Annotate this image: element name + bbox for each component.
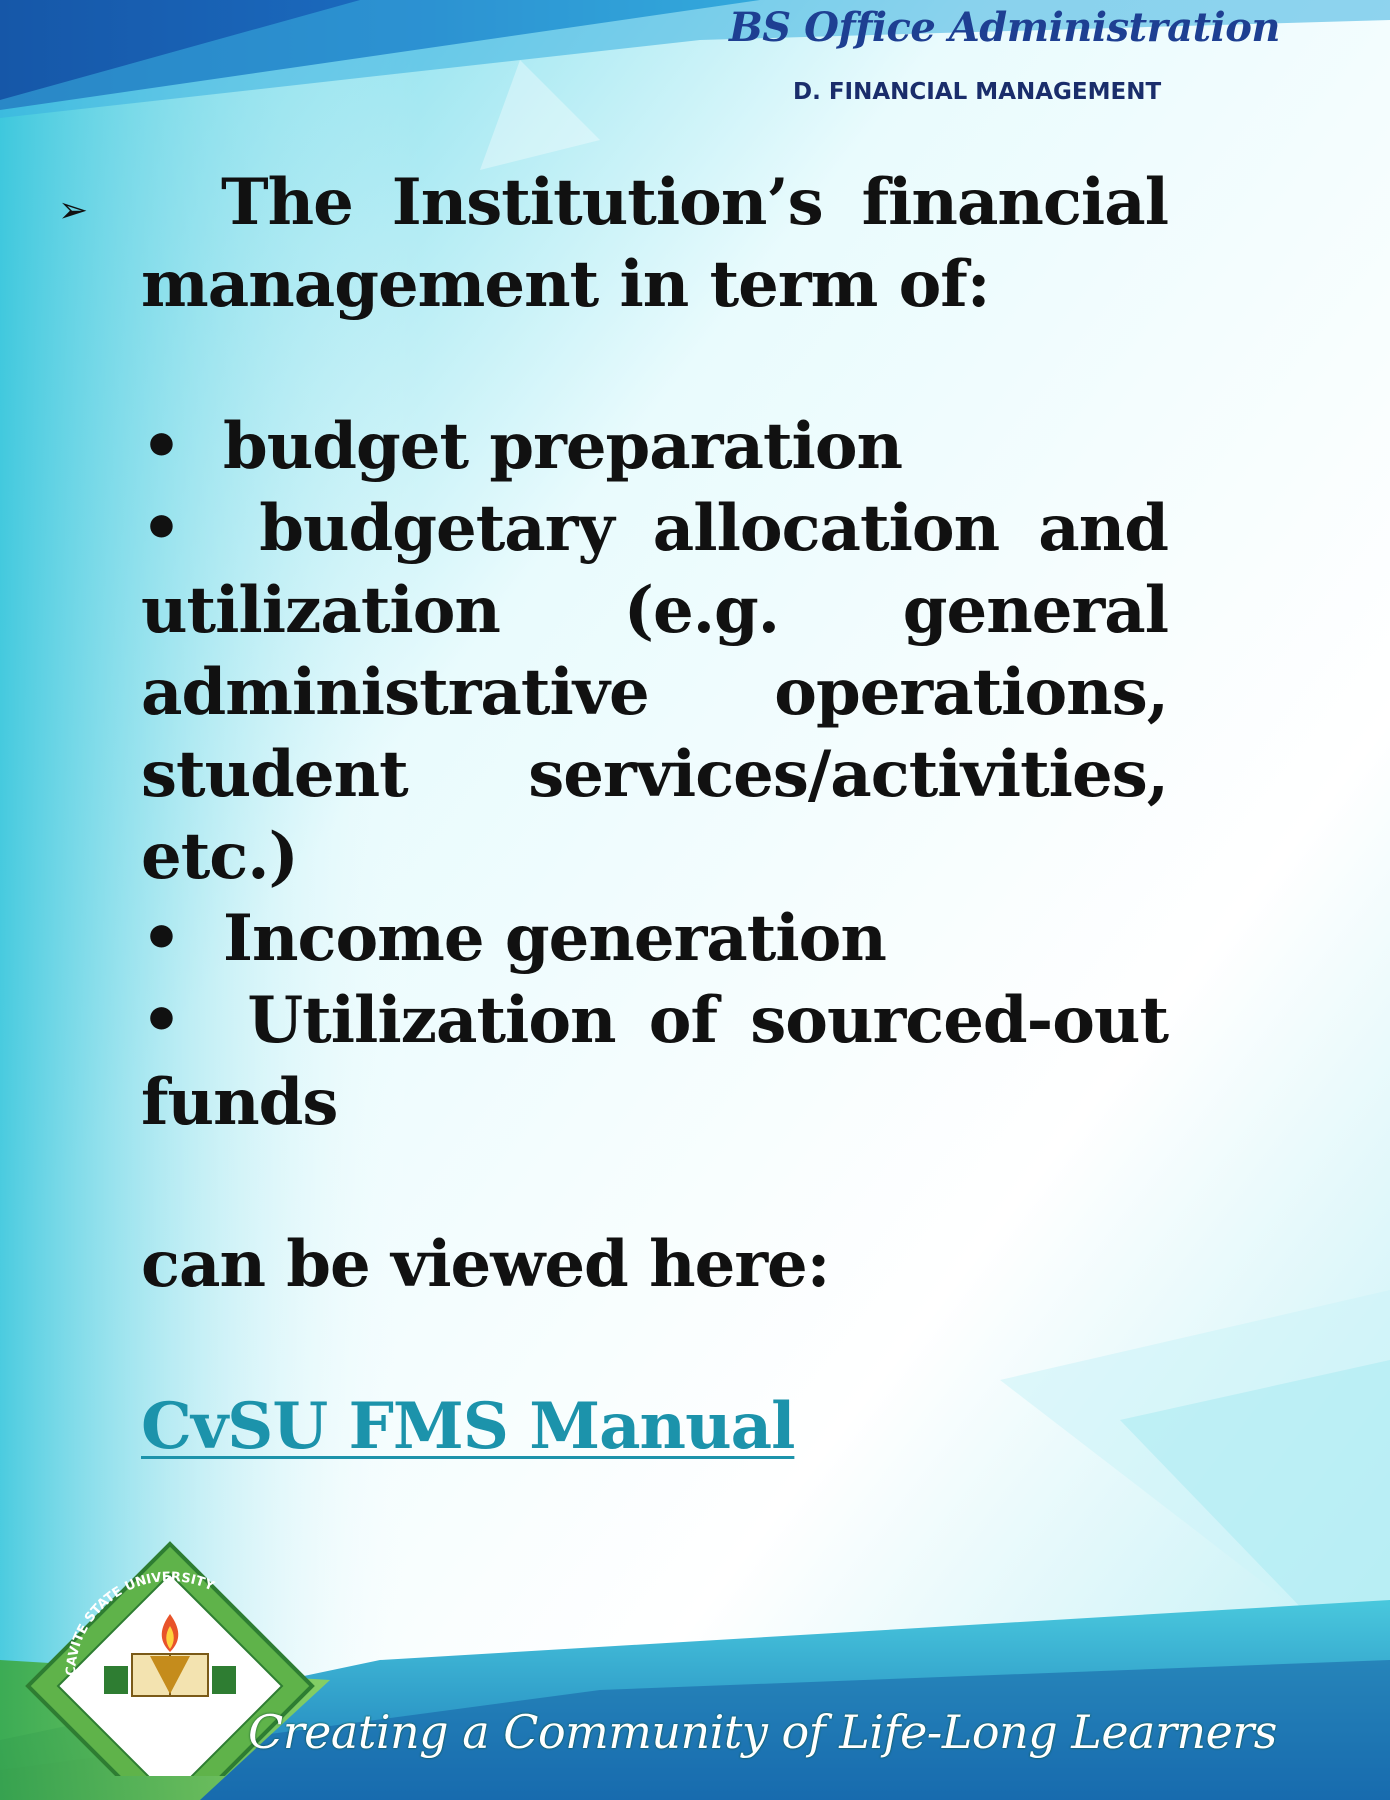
main-content: The Institution’s financial management i… bbox=[141, 162, 1169, 1468]
bullet-icon: • bbox=[141, 409, 182, 484]
list-item: • budgetary allocation and utilization (… bbox=[141, 491, 1169, 894]
seal-year: 1906 bbox=[159, 1751, 182, 1761]
bullet-text: budgetary allocation and utilization (e.… bbox=[141, 491, 1169, 894]
program-title: BS Office Administration bbox=[728, 4, 1281, 51]
fms-manual-link[interactable]: CvSU FMS Manual bbox=[141, 1389, 795, 1464]
bullet-icon: • bbox=[141, 901, 182, 976]
list-item: • budget preparation bbox=[141, 406, 1168, 488]
section-title: D. FINANCIAL MANAGEMENT bbox=[793, 79, 1162, 105]
bullet-text: budget preparation bbox=[223, 409, 903, 484]
list-item: • Income generation bbox=[141, 898, 1168, 980]
list-item: • Utilization of sourced-out funds bbox=[141, 983, 1169, 1140]
bullet-text: Income generation bbox=[223, 901, 887, 976]
footer-tagline: Creating a Community of Life-Long Learne… bbox=[248, 1705, 1277, 1759]
intro-paragraph: The Institution’s financial management i… bbox=[141, 165, 1169, 322]
arrow-bullet-icon: ➢ bbox=[58, 190, 89, 231]
closing-line: can be viewed here: bbox=[141, 1227, 830, 1302]
bullet-text: Utilization of sourced-out funds bbox=[141, 983, 1169, 1140]
